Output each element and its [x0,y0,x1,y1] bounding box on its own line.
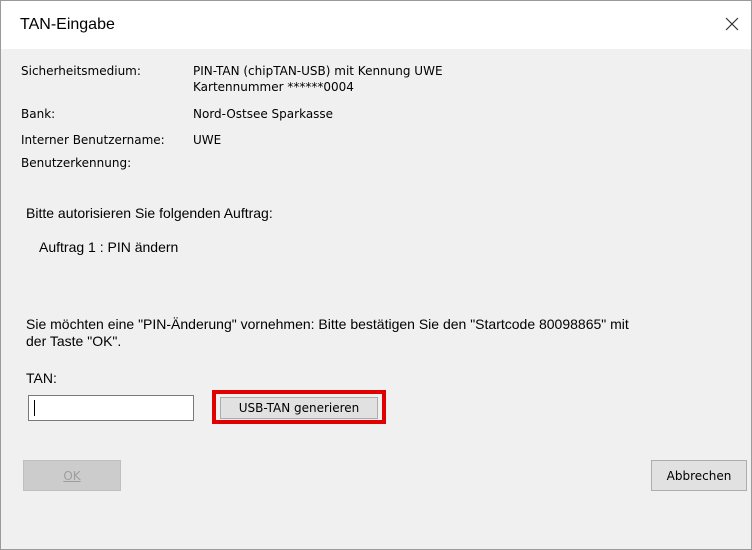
ok-button[interactable]: OK [23,460,121,491]
title-bar: TAN-Eingabe [1,1,751,49]
security-medium-value-line1: PIN-TAN (chipTAN-USB) mit Kennung UWE [193,64,443,78]
generate-usb-tan-button[interactable]: USB-TAN generieren [220,397,378,419]
security-medium-label: Sicherheitsmedium: [21,64,141,78]
bank-label: Bank: [21,107,56,121]
authorize-prompt: Bitte autorisieren Sie folgenden Auftrag… [26,205,273,221]
security-medium-value-line2: Kartennummer ******0004 [193,80,354,94]
bank-value: Nord-Ostsee Sparkasse [193,107,334,121]
user-id-label: Benutzerkennung: [21,156,132,170]
tan-input[interactable] [28,395,194,421]
tan-label: TAN: [26,370,57,386]
internal-username-label: Interner Benutzername: [21,133,165,147]
close-icon [725,17,739,31]
instruction-line-1: Sie möchten eine "PIN-Änderung" vornehme… [26,316,629,332]
tan-dialog: TAN-Eingabe Sicherheitsmedium: PIN-TAN (… [0,0,752,550]
internal-username-value: UWE [193,133,222,147]
cancel-button[interactable]: Abbrechen [651,460,747,491]
dialog-title: TAN-Eingabe [20,16,115,33]
instruction-line-2: der Taste "OK". [26,333,122,349]
order-item: Auftrag 1 : PIN ändern [39,239,179,255]
close-button[interactable] [717,9,747,39]
dialog-content: Sicherheitsmedium: PIN-TAN (chipTAN-USB)… [1,49,751,549]
text-caret [34,400,35,416]
ok-button-label: OK [63,468,81,483]
